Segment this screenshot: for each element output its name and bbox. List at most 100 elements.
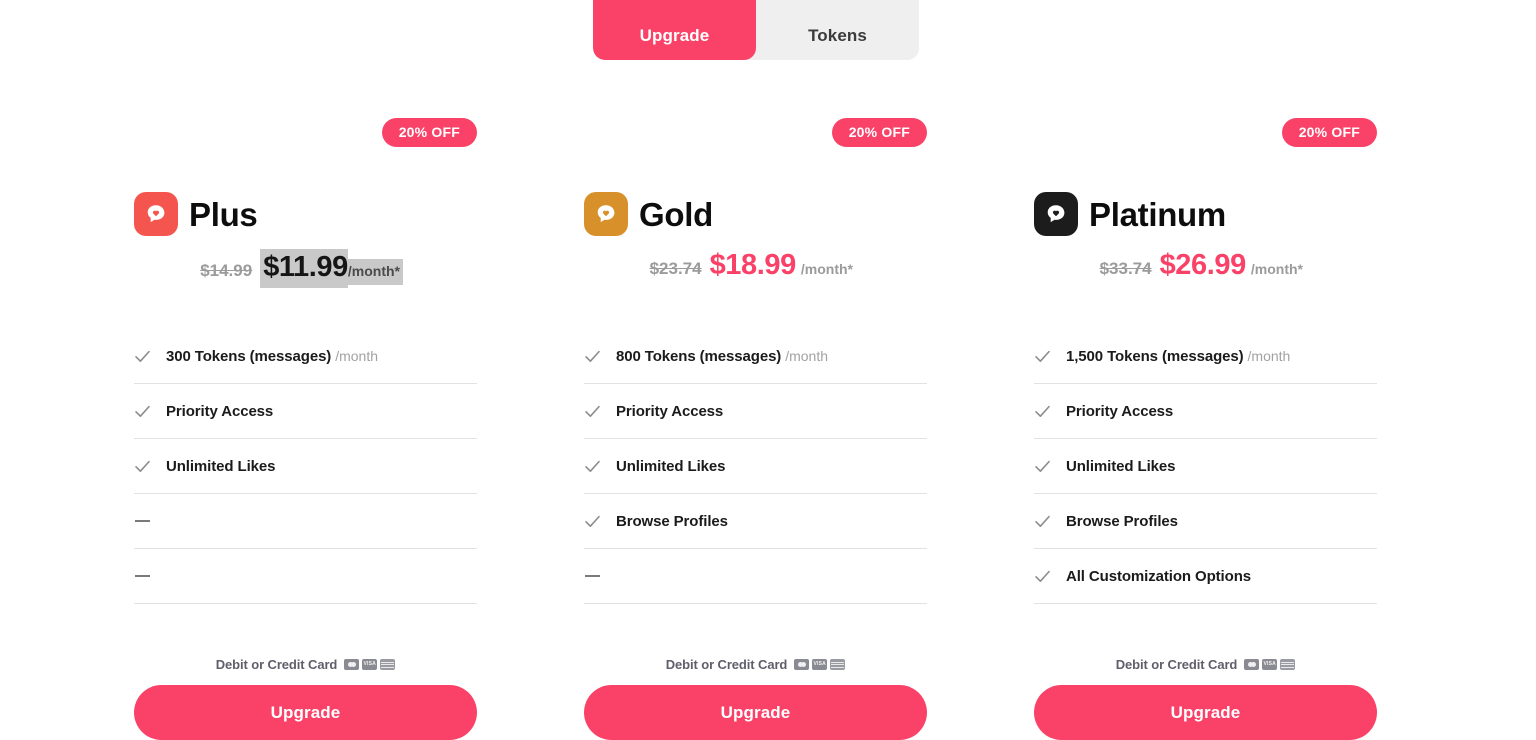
- upgrade-button[interactable]: Upgrade: [584, 685, 927, 740]
- price-period: /month*: [347, 259, 403, 285]
- check-icon: [134, 458, 166, 475]
- feature-row: 800 Tokens (messages)/month: [584, 329, 927, 384]
- discount-badge-row: 20% OFF: [1034, 118, 1377, 164]
- amex-logo: [1280, 658, 1296, 670]
- feature-label: Unlimited Likes: [166, 457, 276, 475]
- pricing-plans: 20% OFF Plus $14.99 $11.99/month* 300 Tokens…: [0, 0, 1536, 740]
- payment-methods: Debit or Credit Card VISA: [584, 655, 927, 673]
- card-logos: VISA: [1244, 658, 1296, 670]
- feature-label: Priority Access: [616, 402, 724, 420]
- discount-badge-row: 20% OFF: [584, 118, 927, 164]
- plan-name: Platinum: [1089, 195, 1226, 233]
- mastercard-logo: [794, 658, 810, 670]
- amex-logo: [380, 658, 396, 670]
- chat-heart-icon: [134, 192, 178, 236]
- dash-icon: [584, 575, 616, 577]
- check-icon: [134, 348, 166, 365]
- upgrade-button[interactable]: Upgrade: [134, 685, 477, 740]
- visa-logo: VISA: [362, 658, 378, 670]
- feature-label: 800 Tokens (messages): [616, 347, 782, 365]
- feature-label: 300 Tokens (messages): [166, 347, 332, 365]
- plan-header: Gold: [584, 183, 927, 245]
- feature-row: Browse Profiles: [1034, 494, 1377, 549]
- feature-sublabel: /month: [335, 348, 379, 364]
- feature-list: 300 Tokens (messages)/month Priority Acce…: [134, 329, 477, 604]
- feature-label: Priority Access: [1066, 402, 1174, 420]
- payment-methods: Debit or Credit Card VISA: [1034, 655, 1377, 673]
- discount-badge: 20% OFF: [381, 118, 477, 147]
- check-icon: [1034, 458, 1066, 475]
- plan-card: 20% OFF Platinum $33.74 $26.99/month* 1,500 …: [1034, 118, 1377, 740]
- visa-logo-text: VISA: [1263, 661, 1276, 667]
- feature-row: 300 Tokens (messages)/month: [134, 329, 477, 384]
- amex-logo: [830, 658, 846, 670]
- feature-row: [134, 494, 477, 549]
- dash-icon: [134, 575, 166, 577]
- discount-badge: 20% OFF: [1281, 118, 1377, 147]
- check-icon: [1034, 348, 1066, 365]
- feature-row: Unlimited Likes: [134, 439, 477, 494]
- mastercard-logo: [1244, 658, 1260, 670]
- plan-card: 20% OFF Gold $23.74 $18.99/month* 800 Tokens…: [584, 118, 927, 740]
- feature-row: [134, 549, 477, 604]
- price-row: $23.74 $18.99/month*: [584, 249, 927, 289]
- feature-list: 800 Tokens (messages)/month Priority Acce…: [584, 329, 927, 604]
- feature-label: Unlimited Likes: [1066, 457, 1176, 475]
- price-current: $11.99: [260, 249, 348, 288]
- feature-row: Unlimited Likes: [1034, 439, 1377, 494]
- price-current: $18.99: [709, 249, 797, 281]
- feature-row: Unlimited Likes: [584, 439, 927, 494]
- feature-row: [584, 549, 927, 604]
- mastercard-logo: [344, 658, 360, 670]
- price-original: $14.99: [200, 261, 253, 280]
- feature-list: 1,500 Tokens (messages)/month Priority Ac…: [1034, 329, 1377, 604]
- check-icon: [1034, 568, 1066, 585]
- feature-label: Unlimited Likes: [616, 457, 726, 475]
- check-icon: [134, 403, 166, 420]
- plan-name: Gold: [639, 195, 713, 233]
- feature-row: Priority Access: [584, 384, 927, 439]
- feature-row: Priority Access: [1034, 384, 1377, 439]
- feature-row: 1,500 Tokens (messages)/month: [1034, 329, 1377, 384]
- check-icon: [584, 403, 616, 420]
- payment-methods: Debit or Credit Card VISA: [134, 655, 477, 673]
- feature-label: Priority Access: [166, 402, 274, 420]
- visa-logo: VISA: [1262, 658, 1278, 670]
- plan-header: Plus: [134, 183, 477, 245]
- payment-label: Debit or Credit Card: [665, 656, 788, 672]
- feature-label: 1,500 Tokens (messages): [1066, 347, 1244, 365]
- plan-card: 20% OFF Plus $14.99 $11.99/month* 300 Tokens…: [134, 118, 477, 740]
- price-current: $26.99: [1159, 249, 1247, 281]
- feature-label: All Customization Options: [1066, 567, 1251, 585]
- payment-label: Debit or Credit Card: [215, 656, 338, 672]
- check-icon: [584, 458, 616, 475]
- price-period: /month*: [1250, 261, 1303, 277]
- card-logos: VISA: [794, 658, 846, 670]
- feature-label: Browse Profiles: [616, 512, 728, 530]
- check-icon: [1034, 513, 1066, 530]
- check-icon: [584, 513, 616, 530]
- chat-heart-icon: [1034, 192, 1078, 236]
- upgrade-button[interactable]: Upgrade: [1034, 685, 1377, 740]
- visa-logo-text: VISA: [813, 661, 826, 667]
- feature-row: All Customization Options: [1034, 549, 1377, 604]
- chat-heart-icon: [584, 192, 628, 236]
- feature-row: Browse Profiles: [584, 494, 927, 549]
- price-original: $23.74: [649, 259, 702, 278]
- feature-sublabel: /month: [1247, 348, 1291, 364]
- discount-badge-row: 20% OFF: [134, 118, 477, 164]
- visa-logo: VISA: [812, 658, 828, 670]
- check-icon: [1034, 403, 1066, 420]
- feature-row: Priority Access: [134, 384, 477, 439]
- dash-icon: [134, 520, 166, 522]
- price-original: $33.74: [1099, 259, 1152, 278]
- plan-name: Plus: [189, 195, 258, 233]
- feature-label: Browse Profiles: [1066, 512, 1178, 530]
- plan-header: Platinum: [1034, 183, 1377, 245]
- payment-label: Debit or Credit Card: [1115, 656, 1238, 672]
- card-logos: VISA: [344, 658, 396, 670]
- visa-logo-text: VISA: [363, 661, 376, 667]
- price-row: $33.74 $26.99/month*: [1034, 249, 1377, 289]
- price-row: $14.99 $11.99/month*: [134, 249, 477, 289]
- discount-badge: 20% OFF: [831, 118, 927, 147]
